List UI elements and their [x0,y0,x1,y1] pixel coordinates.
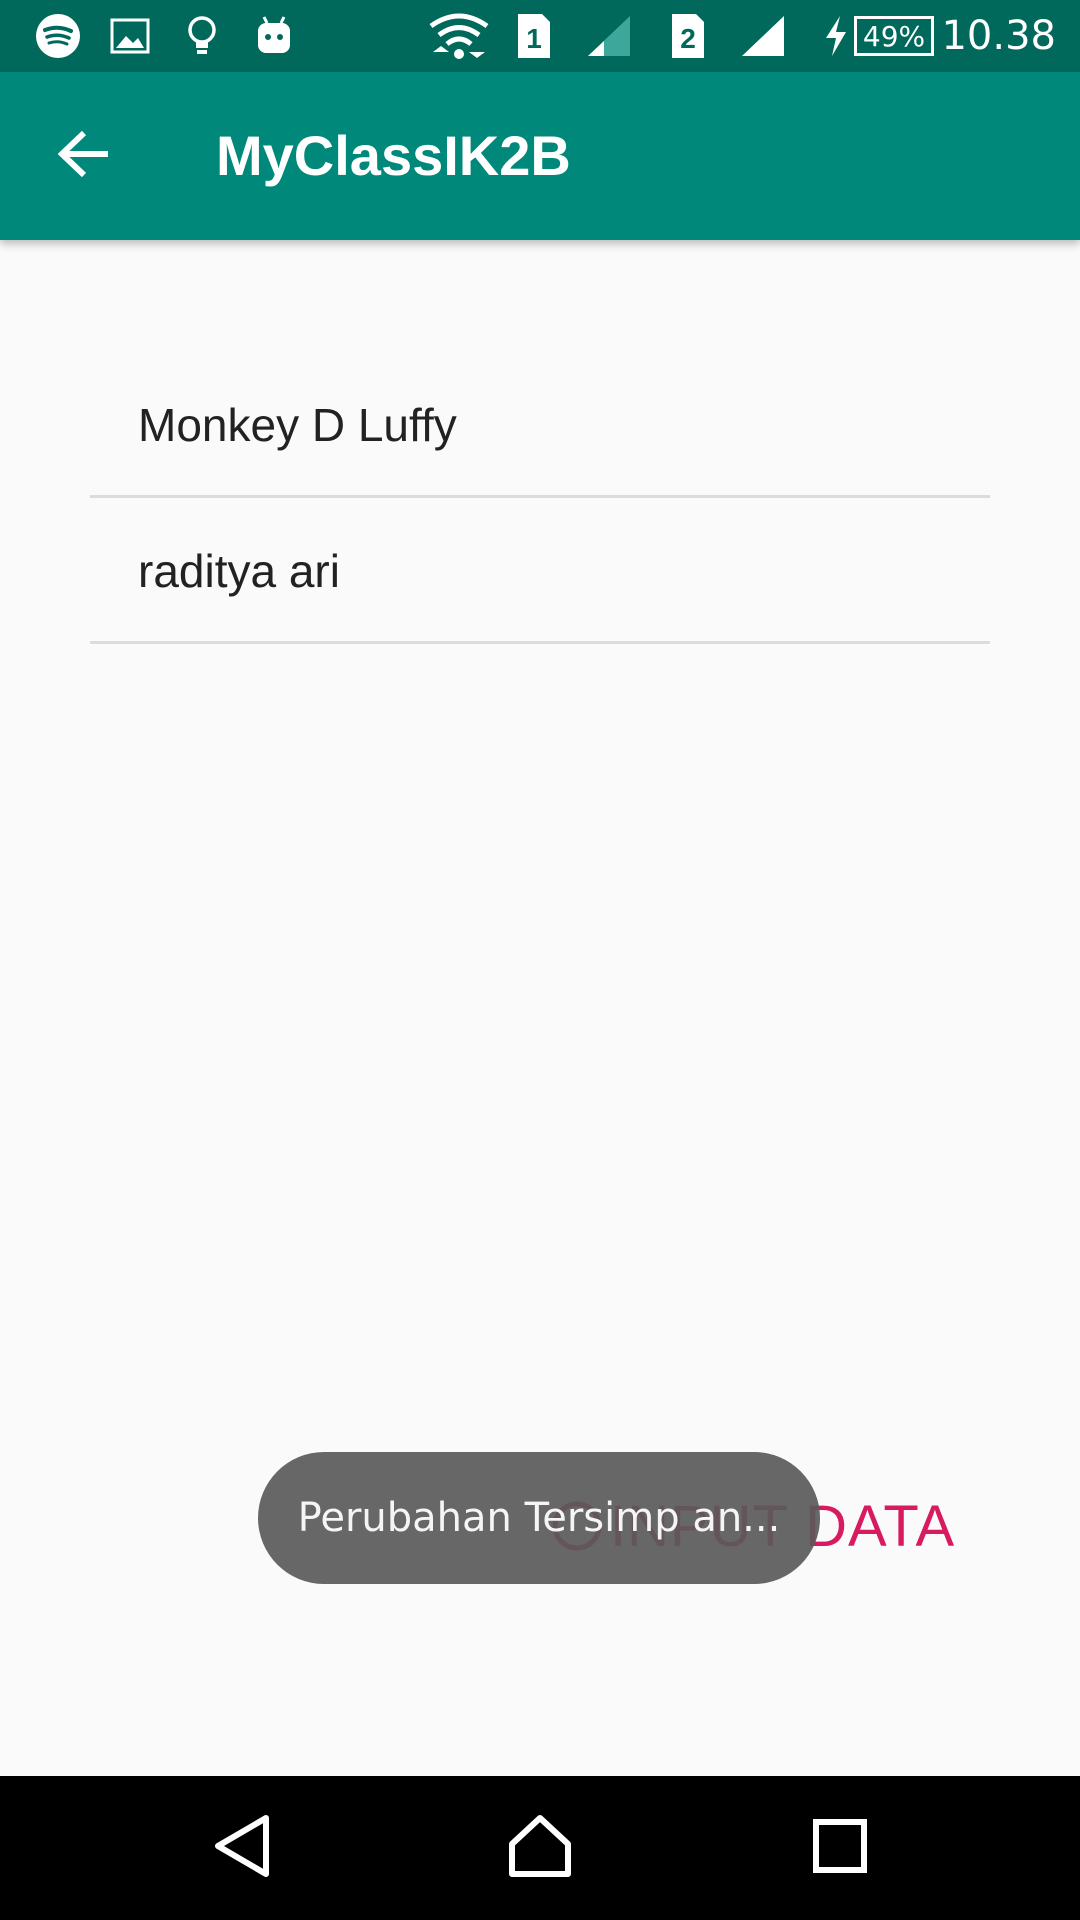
battery-icon: 49% [852,10,936,62]
navigation-bar [0,1776,1080,1920]
back-triangle-icon [212,1814,272,1883]
toast: Perubahan Tersimp an... [258,1452,820,1584]
list-item-label: raditya ari [138,545,340,597]
list-item-label: Monkey D Luffy [138,399,457,451]
status-time: 10.38 [941,13,1056,59]
lightbulb-icon [178,10,226,62]
status-bar: 1 2 49% 10.38 [0,0,1080,72]
app-bar: MyClassIK2B [0,72,1080,240]
nav-back-button[interactable] [192,1798,292,1898]
arrow-left-icon [57,130,110,183]
sim2-icon: 2 [668,10,708,62]
svg-text:1: 1 [526,23,542,54]
charging-icon [820,10,852,62]
list-item[interactable]: raditya ari [90,498,990,644]
android-icon [250,10,298,62]
spotify-icon [30,10,86,62]
battery-percent: 49% [862,19,926,53]
signal-icon [584,10,634,62]
recents-icon [812,1818,868,1879]
student-list: Monkey D Luffy raditya ari [90,352,990,644]
wifi-icon [428,10,490,62]
sim1-icon: 1 [514,10,554,62]
back-button[interactable] [42,114,126,198]
signal-icon [738,10,788,62]
gallery-icon [106,10,154,62]
page-title: MyClassIK2B [216,124,571,187]
list-item[interactable]: Monkey D Luffy [90,352,990,498]
toast-message: Perubahan Tersimp an... [297,1495,781,1541]
nav-home-button[interactable] [490,1798,590,1898]
svg-text:2: 2 [680,23,696,54]
nav-recents-button[interactable] [790,1798,890,1898]
home-icon [508,1814,572,1883]
